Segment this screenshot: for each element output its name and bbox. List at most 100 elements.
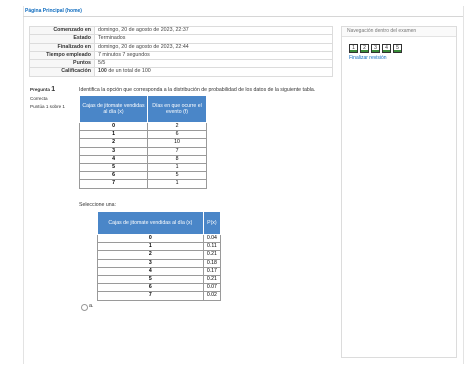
attempt-summary-table: Comenzado en domingo, 20 de agosto de 202…	[29, 25, 333, 77]
table-row: 37	[78, 146, 207, 156]
table-header: Días en que ocurre el evento (f)	[147, 95, 207, 123]
summary-row-grade: Calificación 100 de un total de 100	[29, 67, 333, 77]
table-row: 65	[78, 171, 207, 181]
table-row: 71	[78, 179, 207, 189]
table-cell: 7	[97, 291, 204, 301]
table-cell: 0.21	[202, 250, 222, 260]
table-cell: 5	[147, 171, 207, 181]
table-row: 2 0.21	[97, 250, 222, 260]
table-cell: 3	[78, 146, 149, 156]
breadcrumb-divider	[23, 16, 463, 17]
select-prompt: Seleccione una:	[79, 202, 116, 208]
table-cell: 3	[97, 258, 204, 268]
table-row: 5 0.21	[97, 275, 222, 285]
option-a-radio[interactable]	[81, 304, 88, 311]
grade-suffix: de un total de 100	[106, 68, 151, 75]
table-header: Cajas de jitomate vendidas al día (x)	[78, 95, 149, 123]
grade-value: 100	[98, 68, 107, 75]
table-row: 4 0.17	[97, 266, 222, 277]
summary-label: Puntos	[29, 59, 95, 69]
summary-row: Comenzado en domingo, 20 de agosto de 202…	[29, 25, 333, 36]
table-row: 0 0.04	[97, 233, 222, 244]
table-cell: 10	[147, 138, 207, 148]
table-cell: 0	[97, 233, 204, 244]
correct-status-bar	[361, 50, 368, 52]
table-cell: 8	[147, 154, 207, 165]
table-cell: 2	[147, 121, 207, 132]
page: Página Principal (home) Comenzado en domi…	[0, 0, 474, 366]
table-cell: 0.07	[202, 283, 222, 293]
table-cell: 0.21	[202, 275, 222, 285]
table-cell: 0.04	[202, 233, 222, 244]
table-row: 02	[78, 121, 207, 132]
summary-label: Comenzado en	[29, 25, 95, 36]
question-score: Puntúa 1 sobre 1	[30, 104, 65, 109]
summary-row: Finalizado en domingo, 20 de agosto de 20…	[29, 42, 333, 52]
correct-status-bar	[372, 50, 379, 52]
question-nav-button-3[interactable]: 3	[371, 44, 380, 53]
table-row: 6 0.07	[97, 283, 222, 293]
correct-status-bar	[383, 50, 390, 52]
question-label: Pregunta	[30, 87, 50, 92]
table-cell: 0.18	[202, 258, 222, 268]
table-cell: 4	[78, 154, 149, 165]
table-row: 7 0.02	[97, 291, 222, 301]
table-cell: 6	[147, 130, 207, 140]
table-cell: 0.02	[202, 291, 222, 301]
quiz-navigation-title: Navegación dentro del examen	[342, 27, 456, 37]
table-row: 51	[78, 163, 207, 173]
summary-label: Tiempo empleado	[29, 50, 95, 61]
summary-value: 7 minutos 7 segundos	[94, 50, 333, 61]
question-number: Pregunta 1	[30, 86, 70, 93]
table-row: 1 0.11	[97, 242, 222, 252]
frequency-table: Cajas de jitomate vendidas al día (x) Día…	[78, 95, 207, 189]
summary-row: Estado Terminados	[29, 34, 333, 44]
question-number-value: 1	[51, 86, 56, 93]
table-cell: 1	[78, 130, 149, 140]
table-cell: 6	[78, 171, 149, 181]
summary-label: Calificación	[29, 67, 95, 77]
summary-value: Terminados	[94, 34, 333, 44]
question-nav-button-5[interactable]: 5	[393, 44, 402, 53]
table-row: 48	[78, 154, 207, 165]
question-status: Correcta	[30, 96, 48, 101]
option-a-label[interactable]: a.	[89, 303, 94, 309]
table-cell: 7	[78, 179, 149, 189]
table-cell: 2	[97, 250, 204, 260]
breadcrumb-home-link[interactable]: Página Principal (home)	[25, 8, 82, 14]
table-cell: 2	[78, 138, 149, 148]
table-cell: 6	[97, 283, 204, 293]
table-row: 16	[78, 130, 207, 140]
summary-row: Tiempo empleado 7 minutos 7 segundos	[29, 50, 333, 61]
table-cell: 1	[147, 179, 207, 189]
table-cell: 1	[147, 163, 207, 173]
question-nav-button-4[interactable]: 4	[382, 44, 391, 53]
quiz-navigation-block: Navegación dentro del examen 12345 Final…	[341, 26, 457, 358]
summary-value: domingo, 20 de agosto de 2023, 22:44	[94, 42, 333, 52]
table-cell: 0.17	[202, 266, 222, 277]
table-cell: 0.11	[202, 242, 222, 252]
summary-row: Puntos 5/5	[29, 59, 333, 69]
summary-value: 100 de un total de 100	[94, 67, 333, 77]
summary-label: Estado	[29, 34, 95, 44]
question-nav-button-1[interactable]: 1	[349, 44, 358, 53]
table-row: 2 10	[78, 138, 207, 148]
finish-review-link[interactable]: Finalizar revisión	[349, 55, 387, 61]
question-info: Pregunta 1 Correcta Puntúa 1 sobre 1	[30, 86, 70, 109]
table-cell: 7	[147, 146, 207, 156]
table-cell: 1	[97, 242, 204, 252]
summary-label: Finalizado en	[29, 42, 95, 52]
summary-value: 5/5	[94, 59, 333, 69]
correct-status-bar	[350, 50, 357, 52]
table-cell: 5	[97, 275, 204, 285]
question-nav-button-2[interactable]: 2	[360, 44, 369, 53]
correct-status-bar	[394, 50, 401, 52]
question-text: Identifica la opción que corresponda a l…	[79, 87, 316, 93]
table-cell: 0	[78, 121, 149, 132]
quiz-navigation-buttons: 12345	[349, 44, 402, 53]
option-a-probability-table: Cajas de jitomate vendidas al día (x) P(x…	[97, 211, 222, 301]
table-header: P(x)	[202, 211, 222, 235]
table-row: 3 0.18	[97, 258, 222, 268]
table-cell: 4	[97, 266, 204, 277]
summary-value: domingo, 20 de agosto de 2023, 22:37	[94, 25, 333, 36]
